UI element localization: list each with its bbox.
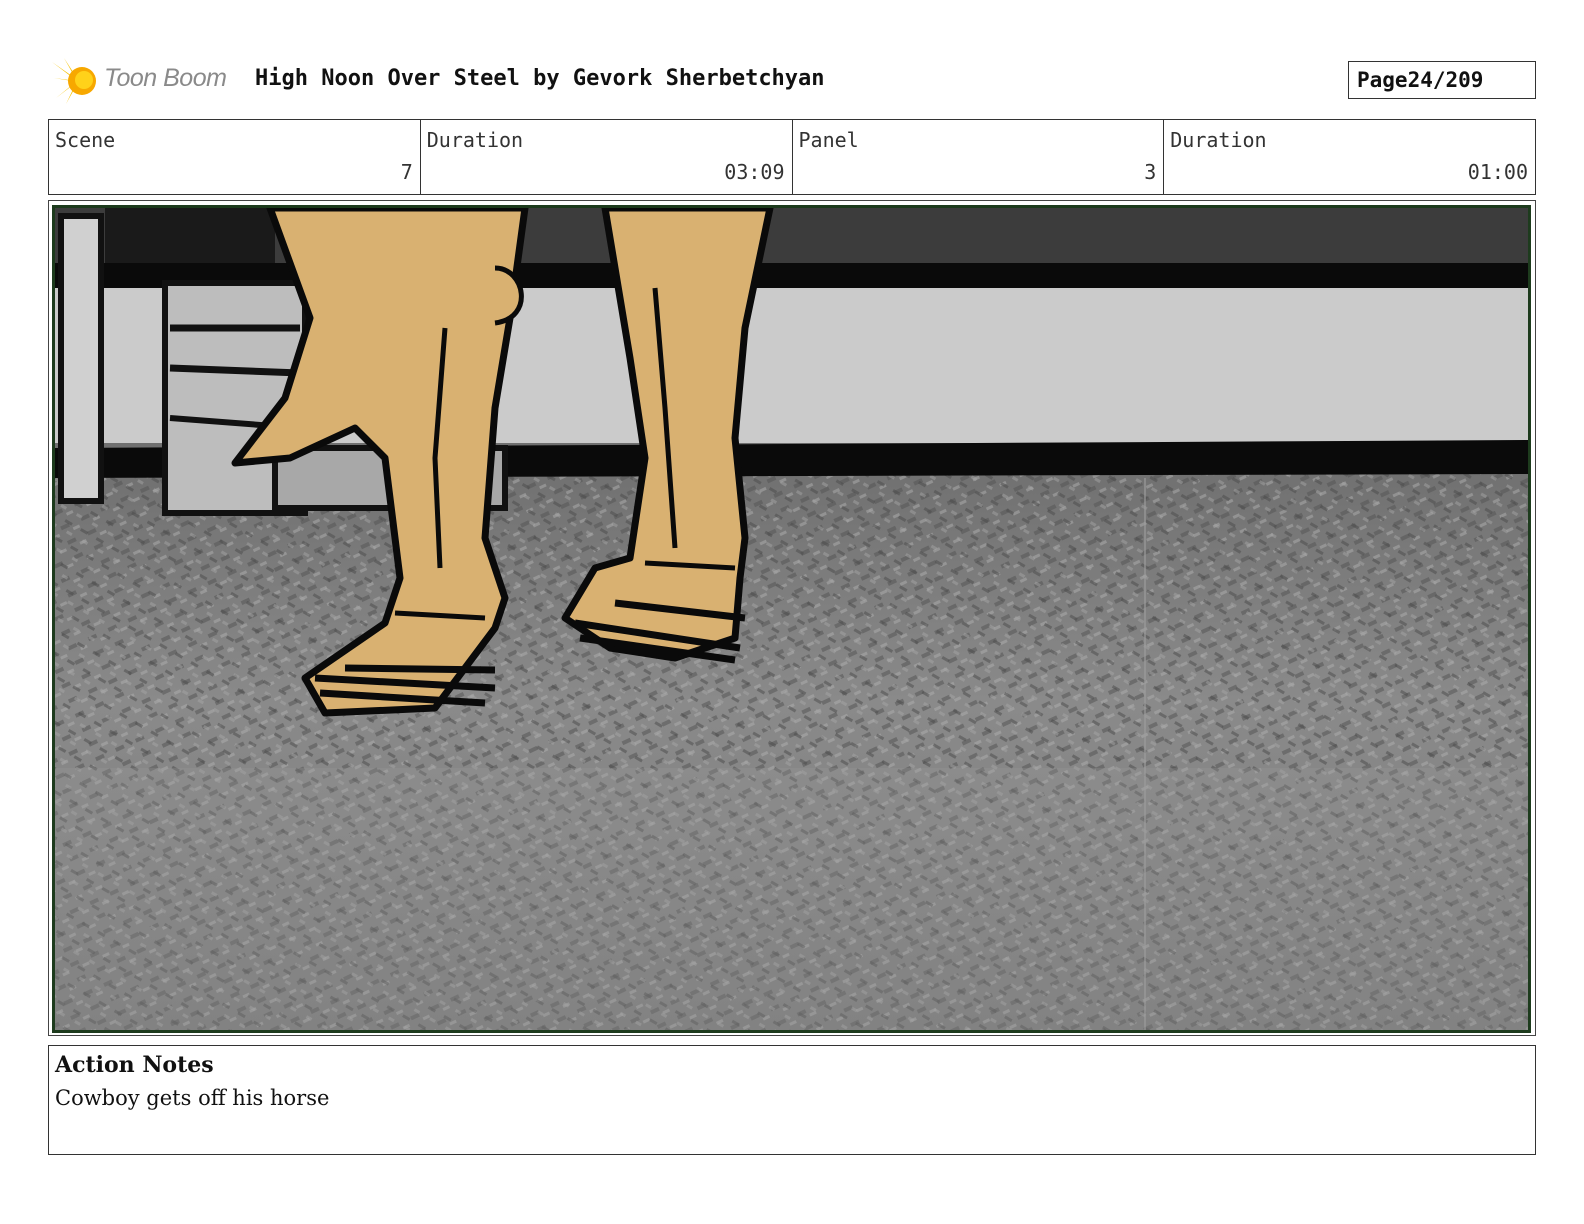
panel-value: 3 (1144, 160, 1157, 184)
storyboard-panel-image (52, 205, 1531, 1033)
starburst-icon (52, 58, 96, 104)
scene-duration-label: Duration (426, 128, 524, 152)
panel-label: Panel (798, 128, 859, 152)
logo-wordmark: Toon Boom (104, 64, 227, 92)
scene-info-table: Scene 7 Duration 03:09 Panel 3 Duration … (48, 119, 1536, 195)
page-indicator: Page 24/209 (1348, 61, 1536, 99)
action-notes: Action Notes Cowboy gets off his horse (48, 1045, 1536, 1155)
toon-boom-logo: Toon Boom (52, 56, 242, 106)
page-number: 24/209 (1407, 68, 1484, 92)
scene-duration-value: 03:09 (724, 160, 785, 184)
panel-duration-cell: Duration 01:00 (1164, 120, 1535, 194)
scene-cell: Scene 7 (49, 120, 421, 194)
storyboard-title: High Noon Over Steel by Gevork Sherbetch… (255, 66, 825, 91)
action-notes-text: Cowboy gets off his horse (55, 1086, 330, 1110)
scene-value: 7 (400, 160, 413, 184)
panel-drawing (55, 208, 1528, 1030)
panel-duration-label: Duration (1170, 128, 1267, 152)
page-label: Page (1357, 68, 1408, 92)
scene-duration-cell: Duration 03:09 (421, 120, 793, 194)
panel-duration-value: 01:00 (1467, 160, 1528, 184)
panel-cell: Panel 3 (793, 120, 1165, 194)
action-notes-heading: Action Notes (55, 1052, 214, 1078)
scene-label: Scene (55, 128, 116, 152)
